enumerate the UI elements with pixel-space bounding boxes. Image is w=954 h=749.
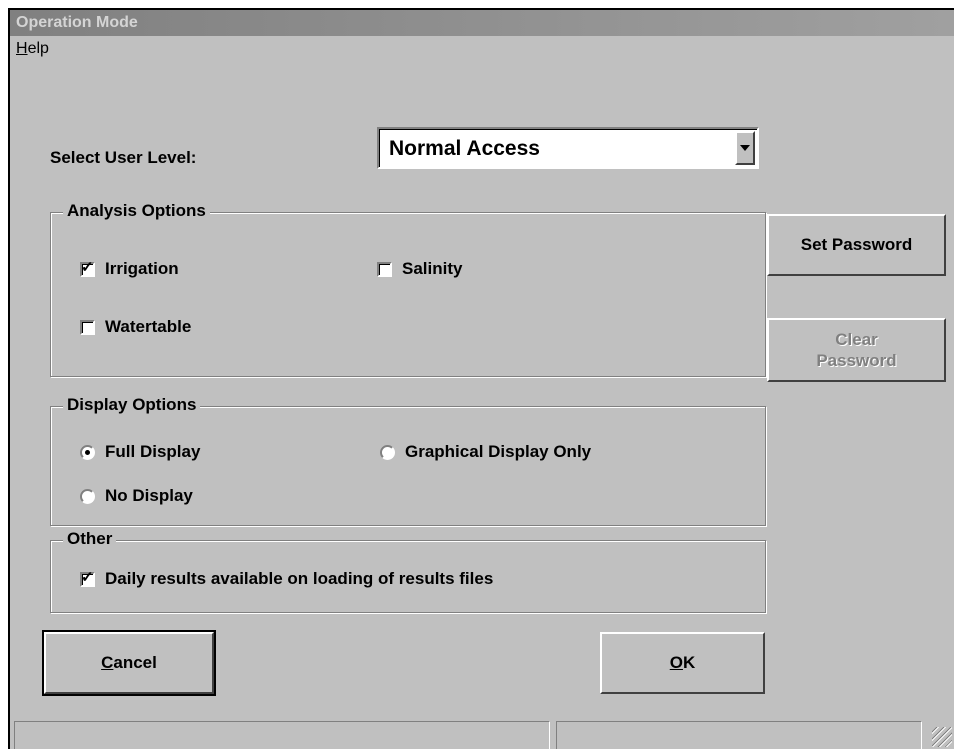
status-panel-right: [556, 721, 922, 749]
display-options-legend: Display Options: [63, 395, 201, 415]
user-level-dropdown[interactable]: Normal Access: [377, 127, 759, 169]
analysis-options-group: Analysis Options: [50, 201, 766, 377]
radio-circle: [80, 444, 95, 460]
radio-dot-icon: [85, 449, 90, 455]
ok-button[interactable]: OK: [600, 632, 765, 694]
ok-label: K: [682, 653, 696, 672]
watertable-checkbox[interactable]: Watertable: [80, 317, 191, 337]
cancel-mnemonic: C: [101, 653, 114, 672]
dropdown-button[interactable]: [735, 131, 755, 165]
ok-mnemonic: O: [669, 653, 683, 672]
user-level-label: Select User Level:: [50, 148, 197, 167]
watertable-label: Watertable: [105, 317, 192, 336]
checkbox-box: ✓: [80, 568, 95, 587]
checkmark-icon: ✓: [81, 568, 94, 586]
checkbox-box: [377, 261, 392, 277]
clear-password-button[interactable]: Clear Password: [767, 318, 946, 382]
checkbox-box: [80, 319, 95, 335]
full-display-label: Full Display: [105, 442, 201, 461]
irrigation-label: Irrigation: [105, 259, 179, 278]
graphical-display-radio[interactable]: Graphical Display Only: [380, 442, 591, 462]
salinity-label: Salinity: [402, 259, 463, 278]
radio-circle: [80, 488, 95, 504]
daily-results-label: Daily results available on loading of re…: [105, 569, 494, 588]
display-options-group: Display Options: [50, 395, 766, 526]
radio-circle: [380, 444, 395, 460]
menu-help-mnemonic: H: [16, 40, 28, 57]
title-bar: Operation Mode: [10, 10, 954, 36]
cancel-label: ancel: [113, 653, 157, 672]
user-level-value: Normal Access: [389, 137, 540, 160]
full-display-radio[interactable]: Full Display: [80, 442, 200, 462]
no-display-label: No Display: [105, 486, 193, 505]
set-password-button[interactable]: Set Password: [767, 214, 946, 276]
checkbox-box: ✓: [80, 258, 95, 277]
resize-grip-icon[interactable]: [932, 727, 952, 747]
analysis-options-legend: Analysis Options: [63, 201, 210, 221]
no-display-radio[interactable]: No Display: [80, 486, 193, 506]
operation-mode-window: Operation Mode Help Select User Level: N…: [8, 8, 954, 749]
other-legend: Other: [63, 529, 117, 549]
chevron-down-icon: [740, 145, 750, 151]
status-panel-left: [14, 721, 550, 749]
cancel-button[interactable]: Cancel: [42, 630, 216, 696]
daily-results-checkbox[interactable]: ✓ Daily results available on loading of …: [80, 569, 493, 589]
menu-help[interactable]: Help: [16, 40, 49, 58]
salinity-checkbox[interactable]: Salinity: [377, 259, 462, 279]
irrigation-checkbox[interactable]: ✓ Irrigation: [80, 259, 179, 279]
checkmark-icon: ✓: [81, 258, 94, 276]
graphical-display-label: Graphical Display Only: [405, 442, 592, 461]
menu-bar: Help: [10, 36, 954, 64]
menu-help-label: elp: [27, 40, 49, 57]
